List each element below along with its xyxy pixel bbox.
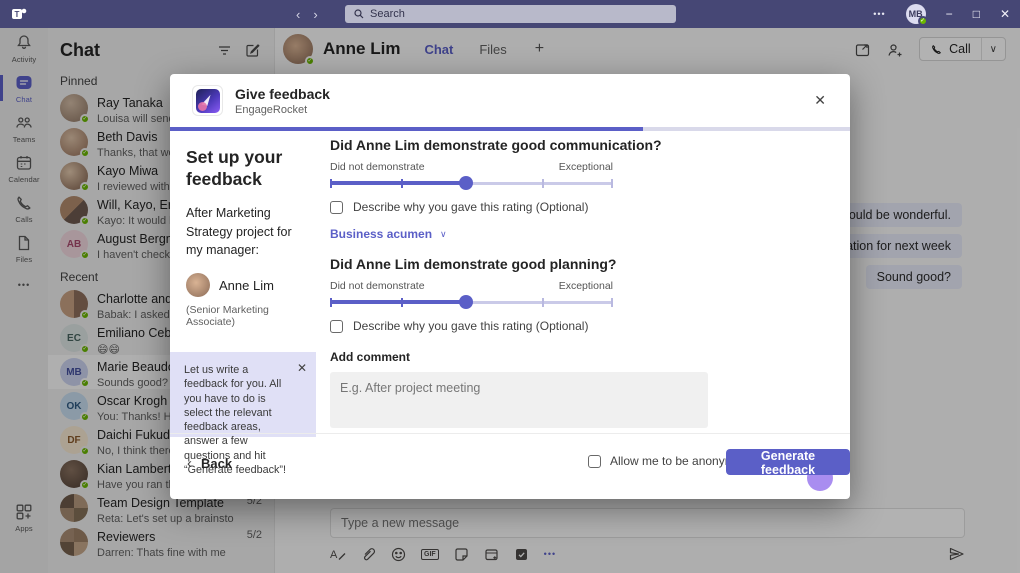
add-comment-label: Add comment xyxy=(330,350,708,364)
footer-divider xyxy=(170,433,850,434)
slider-tick xyxy=(611,298,613,307)
category-label: Business acumen xyxy=(330,227,432,241)
search-icon xyxy=(354,9,364,19)
checkbox[interactable] xyxy=(330,201,343,214)
rating-slider[interactable] xyxy=(330,295,613,309)
search-placeholder: Search xyxy=(370,8,405,20)
setup-description: After Marketing Strategy project for my … xyxy=(170,191,316,260)
minimize-button[interactable]: − xyxy=(946,7,953,21)
slider-handle[interactable] xyxy=(459,295,473,309)
slider-tick xyxy=(401,298,403,307)
generate-feedback-button[interactable]: Generate feedback xyxy=(726,449,850,475)
engagerocket-app-icon xyxy=(192,85,223,116)
nav-back-icon[interactable]: ‹ xyxy=(296,7,300,22)
back-button[interactable]: ‹ Back xyxy=(187,455,232,472)
describe-rating-option[interactable]: Describe why you gave this rating (Optio… xyxy=(330,200,708,214)
describe-rating-option[interactable]: Describe why you gave this rating (Optio… xyxy=(330,319,708,333)
search-input[interactable]: Search xyxy=(345,5,676,23)
questions-panel: Did Anne Lim demonstrate good communicat… xyxy=(330,131,708,433)
question-title: Did Anne Lim demonstrate good communicat… xyxy=(330,137,708,153)
close-window-button[interactable]: ✕ xyxy=(1000,7,1010,21)
slider-handle[interactable] xyxy=(459,176,473,190)
checkbox[interactable] xyxy=(330,320,343,333)
more-options-icon[interactable]: ••• xyxy=(873,9,885,19)
chevron-left-icon: ‹ xyxy=(187,455,192,472)
dialog-close-icon[interactable]: ✕ xyxy=(814,92,826,109)
dialog-app-name: EngageRocket xyxy=(235,104,330,116)
hint-callout: Let us write a feedback for you. All you… xyxy=(170,352,316,437)
svg-text:T: T xyxy=(15,10,20,19)
chevron-down-icon: ∨ xyxy=(440,229,447,240)
feedback-person: Anne Lim xyxy=(186,273,300,297)
slider-max-label: Exceptional xyxy=(559,161,613,173)
comment-textarea[interactable] xyxy=(330,372,708,428)
maximize-button[interactable]: □ xyxy=(973,7,980,21)
slider-min-label: Did not demonstrate xyxy=(330,280,425,292)
slider-tick xyxy=(542,298,544,307)
person-role: (Senior Marketing Associate) xyxy=(170,297,316,328)
slider-tick xyxy=(330,179,332,188)
slider-tick xyxy=(542,179,544,188)
dialog-title: Give feedback xyxy=(235,86,330,102)
person-avatar xyxy=(186,273,210,297)
slider-min-label: Did not demonstrate xyxy=(330,161,425,173)
setup-panel: Set up your feedback After Marketing Str… xyxy=(170,131,316,499)
checkbox[interactable] xyxy=(588,455,601,468)
slider-tick xyxy=(330,298,332,307)
dialog-header: Give feedback EngageRocket xyxy=(170,74,850,127)
rating-slider[interactable] xyxy=(330,176,613,190)
slider-fill xyxy=(330,300,466,304)
title-bar: T ‹ › Search ••• MB ✓ − □ ✕ xyxy=(0,0,1020,28)
category-dropdown[interactable]: Business acumen ∨ xyxy=(330,227,708,241)
give-feedback-dialog: Give feedback EngageRocket ✕ Set up your… xyxy=(170,74,850,499)
slider-tick xyxy=(611,179,613,188)
teams-app-window: T ‹ › Search ••• MB ✓ − □ ✕ Activity xyxy=(0,0,1020,573)
slider-fill xyxy=(330,181,466,185)
slider-max-label: Exceptional xyxy=(559,280,613,292)
question-title: Did Anne Lim demonstrate good planning? xyxy=(330,256,708,272)
setup-heading: Set up your feedback xyxy=(170,131,316,191)
slider-tick xyxy=(401,179,403,188)
presence-badge: ✓ xyxy=(918,16,928,26)
checkbox-label: Describe why you gave this rating (Optio… xyxy=(353,200,588,214)
person-name: Anne Lim xyxy=(219,278,274,293)
nav-forward-icon[interactable]: › xyxy=(313,7,317,22)
back-label: Back xyxy=(201,456,232,471)
hint-close-icon[interactable]: ✕ xyxy=(297,361,307,377)
teams-logo-icon: T xyxy=(11,5,27,21)
checkbox-label: Describe why you gave this rating (Optio… xyxy=(353,319,588,333)
user-avatar[interactable]: MB ✓ xyxy=(906,4,926,24)
